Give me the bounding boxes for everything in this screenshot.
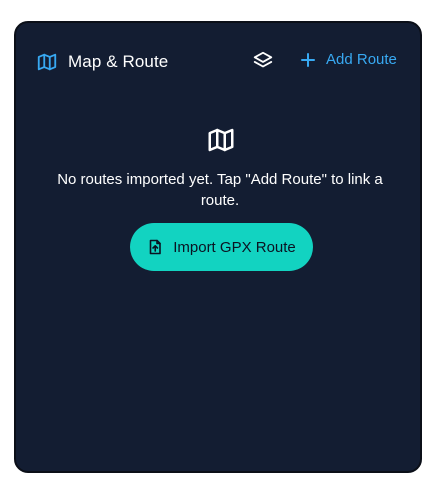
card-title: Map & Route bbox=[68, 52, 169, 71]
card-header: Map & Route Add Route bbox=[16, 23, 420, 101]
plus-icon bbox=[300, 52, 316, 68]
add-route-label: Add Route bbox=[326, 51, 397, 68]
layers-icon bbox=[252, 51, 274, 76]
map-route-card: Map & Route Add Route No routes imported… bbox=[14, 21, 422, 473]
title-group: Map & Route bbox=[36, 51, 168, 73]
add-route-button[interactable]: Add Route bbox=[300, 51, 397, 68]
map-icon bbox=[206, 125, 236, 155]
empty-state-message: No routes imported yet. Tap "Add Route" … bbox=[57, 171, 383, 209]
map-icon bbox=[36, 51, 58, 73]
file-upload-icon bbox=[147, 239, 163, 255]
import-gpx-button[interactable]: Import GPX Route bbox=[130, 223, 313, 271]
layers-button[interactable] bbox=[252, 50, 274, 72]
import-gpx-label: Import GPX Route bbox=[173, 238, 296, 256]
